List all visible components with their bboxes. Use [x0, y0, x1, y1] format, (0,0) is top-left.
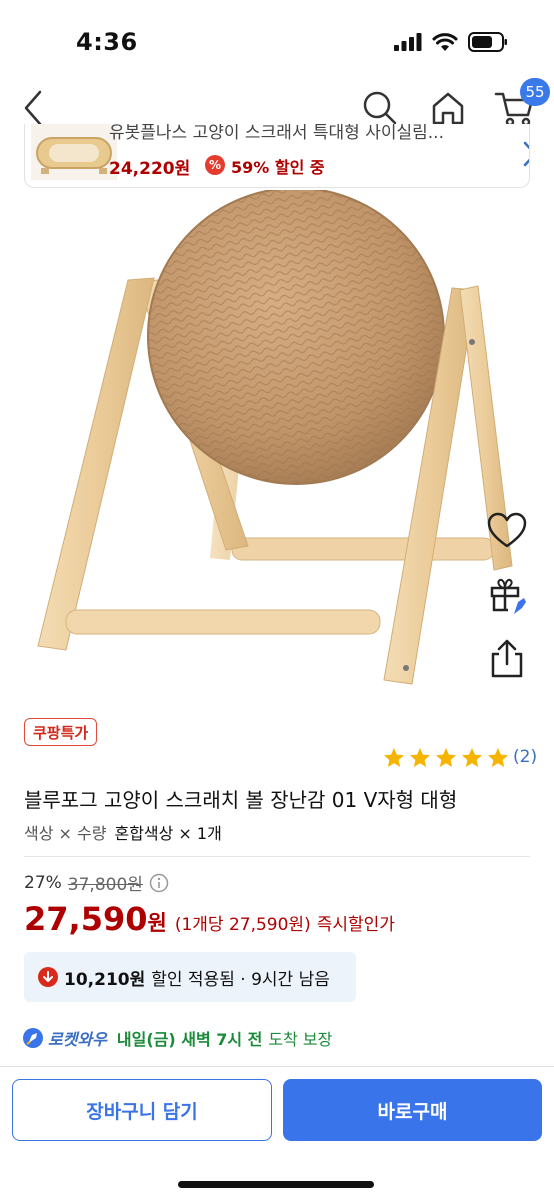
sale-price: 27,590 [24, 900, 148, 938]
original-price: 37,800원 [67, 875, 143, 895]
search-icon[interactable] [360, 88, 400, 128]
star-icon [436, 748, 456, 767]
sale-price-unit: 원 [147, 911, 167, 935]
gift-icon[interactable] [484, 572, 530, 618]
star-icon [384, 748, 404, 767]
star-icon [410, 748, 430, 767]
rating-stars[interactable] [382, 746, 510, 770]
home-indicator [178, 1181, 374, 1188]
buy-now-button[interactable]: 바로구매 [283, 1079, 542, 1141]
add-to-cart-button[interactable]: 장바구니 담기 [12, 1079, 272, 1141]
signal-icon [394, 33, 422, 51]
delivery-info: 로켓와우 내일(금) 새벽 7시 전 도착 보장 [22, 1026, 332, 1050]
product-image[interactable] [0, 190, 554, 706]
related-product-price: 24,220원 [109, 159, 191, 179]
status-time: 4:36 [76, 28, 138, 56]
delivery-date: 내일(금) 새벽 7시 전 [116, 1030, 263, 1049]
down-arrow-icon [38, 967, 58, 987]
heart-icon[interactable] [484, 508, 530, 554]
sale-price-row: 27,590 원 (1개당 27,590원) 즉시할인가 [24, 900, 395, 938]
related-product-title: 유봇플나스 고양이 스크래서 특대형 사이실림... [109, 124, 444, 143]
related-product-thumbnail [31, 124, 117, 180]
sale-label: 즉시할인가 [316, 915, 395, 935]
delivery-guarantee: 도착 보장 [268, 1030, 333, 1049]
coupon-text: 할인 적용됨 · 9시간 남음 [151, 969, 330, 990]
status-bar: 4:36 [0, 0, 554, 80]
coupon-applied-box: 10,210원 할인 적용됨 · 9시간 남음 [24, 952, 356, 1002]
wifi-icon [432, 32, 458, 51]
option-value: 혼합색상 × 1개 [114, 824, 222, 843]
coupon-amount: 10,210원 [64, 969, 146, 990]
per-unit-price: (1개당 27,590원) [174, 915, 311, 935]
rocket-wow-label: 로켓와우 [48, 1030, 107, 1049]
review-count[interactable]: (2) [513, 747, 537, 767]
option-label: 색상 × 수량 [24, 824, 107, 843]
discount-percent-icon: % [205, 155, 225, 175]
cart-count-badge: 55 [520, 78, 550, 106]
discount-rate: 27% [24, 872, 62, 893]
related-product-card[interactable]: 유봇플나스 고양이 스크래서 특대형 사이실림... 24,220원 % 59%… [24, 124, 530, 188]
product-title: 블루포그 고양이 스크래치 볼 장난감 01 V자형 대형 [24, 788, 458, 812]
coupang-special-badge: 쿠팡특가 [24, 718, 98, 746]
original-price-row: 27% 37,800원 [24, 870, 169, 895]
battery-icon [468, 32, 507, 52]
option-selector[interactable]: 색상 × 수량 혼합색상 × 1개 [24, 820, 222, 844]
share-icon[interactable] [484, 636, 530, 682]
star-icon [462, 748, 482, 767]
info-icon[interactable] [149, 873, 169, 893]
star-icon [488, 748, 508, 767]
status-icons [394, 32, 508, 52]
rocket-icon [23, 1028, 43, 1048]
related-product-discount: 59% 할인 중 [231, 158, 325, 177]
bottom-action-bar: 장바구니 담기 바로구매 [0, 1066, 554, 1200]
divider [24, 856, 530, 857]
chevron-right-icon [523, 141, 529, 167]
home-icon[interactable] [428, 88, 468, 128]
